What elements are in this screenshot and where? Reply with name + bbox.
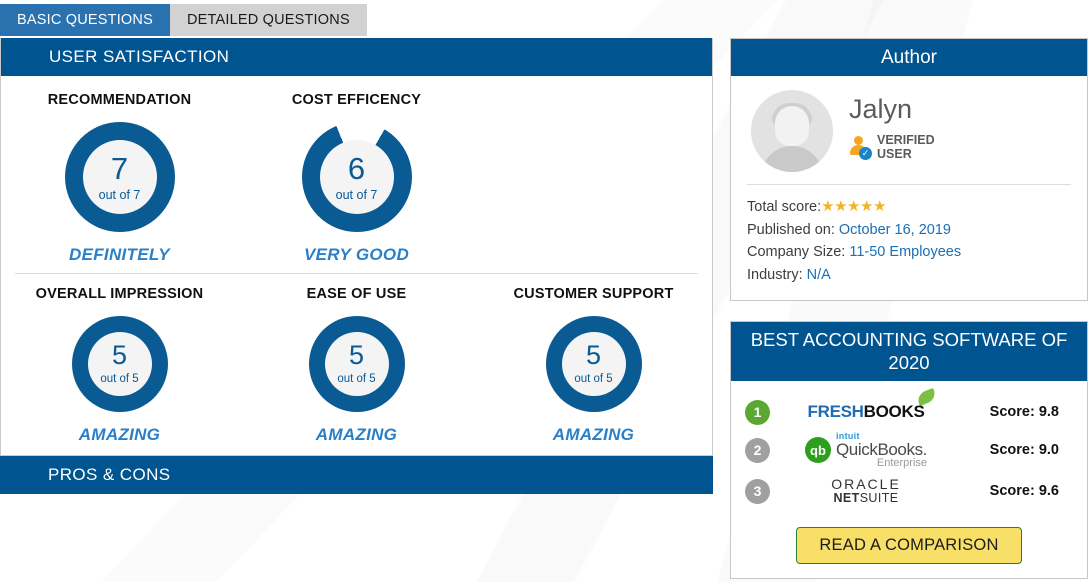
tab-basic-questions[interactable]: BASIC QUESTIONS bbox=[0, 4, 170, 36]
best-software-list: 1 FRESHBOOKS Score: 9.8 2 qb intuit Quic… bbox=[731, 381, 1087, 521]
metric-label: CUSTOMER SUPPORT bbox=[513, 286, 674, 302]
rank-badge: 2 bbox=[745, 437, 770, 463]
metric-recommendation: RECOMMENDATION 7 out of 7 DEFINITELY bbox=[2, 92, 237, 265]
verified-user-icon: ✓ bbox=[849, 136, 872, 161]
tab-detailed-questions[interactable]: DETAILED QUESTIONS bbox=[169, 4, 367, 36]
meta-label: Total score: bbox=[747, 199, 822, 216]
metric-verdict: VERY GOOD bbox=[303, 245, 410, 264]
meta-value: October 16, 2019 bbox=[838, 221, 951, 238]
donut-outof: out of 5 bbox=[574, 373, 613, 386]
donut-score: 7 bbox=[110, 150, 129, 186]
meta-value: N/A bbox=[806, 266, 831, 283]
metric-label: EASE OF USE bbox=[306, 286, 407, 302]
left-column: USER SATISFACTION RECOMMENDATION 7 out o… bbox=[0, 38, 713, 494]
best-software-heading: BEST ACCOUNTING SOFTWARE OF 2020 bbox=[731, 322, 1087, 382]
quickbooks-logo-icon: qb intuit QuickBooks. Enterprise bbox=[776, 431, 956, 469]
meta-company-size: Company Size: 11-50 Employees bbox=[747, 241, 1071, 263]
avatar-head-icon bbox=[775, 106, 809, 147]
brand-part-b: Enterprise bbox=[876, 456, 928, 469]
metric-verdict: AMAZING bbox=[552, 425, 635, 444]
verified-user-badge: ✓ VERIFIED USER bbox=[849, 133, 935, 161]
review-page: BASIC QUESTIONS DETAILED QUESTIONS USER … bbox=[0, 0, 1090, 582]
meta-published-on: Published on: October 16, 2019 bbox=[747, 219, 1071, 241]
brand-part-a: QuickBooks. bbox=[835, 439, 928, 459]
meta-label: Industry: bbox=[747, 266, 803, 283]
user-satisfaction-heading: USER SATISFACTION bbox=[1, 38, 712, 76]
metric-label: OVERALL IMPRESSION bbox=[35, 286, 204, 302]
rank-badge: 1 bbox=[745, 399, 770, 425]
list-item[interactable]: 3 ORACLE NETSUITE Score: 9.6 bbox=[745, 469, 1073, 513]
donut-chart-cost-efficency: 6 out of 7 bbox=[301, 122, 412, 232]
metric-customer-support: CUSTOMER SUPPORT 5 out of 5 AMAZING bbox=[476, 286, 711, 445]
avatar-body-icon bbox=[761, 146, 823, 173]
donut-outof: out of 7 bbox=[335, 187, 378, 202]
meta-label: Company Size: bbox=[747, 244, 846, 261]
star-rating-icon: ★★★★★ bbox=[821, 198, 886, 216]
best-software-card: BEST ACCOUNTING SOFTWARE OF 2020 1 FRESH… bbox=[730, 321, 1088, 580]
donut-score: 5 bbox=[348, 340, 365, 371]
brand-part-a: ORACLE bbox=[831, 476, 901, 493]
donut-chart-ease-of-use: 5 out of 5 bbox=[308, 316, 405, 412]
donut-chart-customer-support: 5 out of 5 bbox=[545, 316, 642, 412]
donut-outof: out of 7 bbox=[98, 187, 141, 202]
author-identity: Jalyn ✓ VERIFIED USER bbox=[743, 90, 1075, 184]
list-item[interactable]: 2 qb intuit QuickBooks. Enterprise Score… bbox=[745, 431, 1073, 469]
metrics-row-primary: RECOMMENDATION 7 out of 7 DEFINITELY COS… bbox=[1, 76, 712, 273]
freshbooks-logo-icon: FRESHBOOKS bbox=[776, 388, 956, 422]
metric-label: COST EFFICENCY bbox=[291, 92, 422, 108]
quickbooks-mark-icon: qb bbox=[804, 437, 831, 464]
metric-verdict: DEFINITELY bbox=[69, 245, 170, 264]
author-meta-list: Total score:★★★★★ Published on: October … bbox=[743, 195, 1075, 294]
donut-chart-recommendation: 7 out of 7 bbox=[64, 122, 175, 232]
brand-part-c: SUITE bbox=[859, 490, 899, 505]
brand-part-a: FRESH bbox=[807, 402, 864, 422]
oracle-netsuite-logo-icon: ORACLE NETSUITE bbox=[776, 477, 956, 505]
metric-verdict: AMAZING bbox=[315, 425, 398, 444]
donut-score: 5 bbox=[111, 340, 128, 371]
metric-ease-of-use: EASE OF USE 5 out of 5 AMAZING bbox=[239, 286, 474, 445]
metric-cost-efficency: COST EFFICENCY 6 out of 7 VERY GOOD bbox=[239, 92, 474, 265]
author-name-block: Jalyn ✓ VERIFIED USER bbox=[849, 90, 935, 162]
cta-container: READ A COMPARISON bbox=[731, 521, 1087, 578]
meta-label: Published on: bbox=[747, 221, 835, 238]
meta-total-score: Total score:★★★★★ bbox=[747, 195, 1071, 218]
right-column: Author Jalyn ✓ VERIFIED USER Total score… bbox=[730, 38, 1088, 582]
list-item[interactable]: 1 FRESHBOOKS Score: 9.8 bbox=[745, 388, 1073, 431]
author-divider bbox=[747, 184, 1071, 186]
user-satisfaction-panel: USER SATISFACTION RECOMMENDATION 7 out o… bbox=[0, 38, 713, 456]
avatar bbox=[751, 90, 833, 173]
donut-outof: out of 5 bbox=[337, 373, 376, 386]
read-a-comparison-button[interactable]: READ A COMPARISON bbox=[796, 527, 1022, 565]
meta-industry: Industry: N/A bbox=[747, 264, 1071, 286]
author-card: Author Jalyn ✓ VERIFIED USER Total score… bbox=[730, 38, 1088, 302]
rank-badge: 3 bbox=[745, 478, 770, 504]
metric-overall-impression: OVERALL IMPRESSION 5 out of 5 AMAZING bbox=[2, 286, 237, 445]
rank-score: Score: 9.8 bbox=[989, 404, 1059, 421]
donut-score: 5 bbox=[585, 340, 602, 371]
author-name: Jalyn bbox=[849, 94, 913, 125]
donut-outof: out of 5 bbox=[100, 373, 139, 386]
user-satisfaction-body: RECOMMENDATION 7 out of 7 DEFINITELY COS… bbox=[1, 76, 712, 455]
meta-value: 11-50 Employees bbox=[849, 244, 962, 261]
donut-score: 6 bbox=[347, 150, 366, 186]
verified-line-1: VERIFIED bbox=[877, 133, 935, 148]
author-card-heading: Author bbox=[731, 39, 1087, 77]
tab-bar: BASIC QUESTIONS DETAILED QUESTIONS bbox=[0, 4, 367, 36]
metric-verdict: AMAZING bbox=[78, 425, 161, 444]
donut-chart-overall-impression: 5 out of 5 bbox=[71, 316, 168, 412]
rank-score: Score: 9.0 bbox=[989, 442, 1059, 459]
verified-user-text: VERIFIED USER bbox=[877, 133, 935, 161]
author-card-body: Jalyn ✓ VERIFIED USER Total score:★★★★★ … bbox=[731, 76, 1087, 300]
metrics-row-secondary: OVERALL IMPRESSION 5 out of 5 AMAZING EA… bbox=[1, 274, 712, 455]
leaf-icon bbox=[915, 388, 939, 407]
brand-part-b: BOOKS bbox=[863, 402, 925, 422]
verified-line-2: USER bbox=[877, 147, 912, 162]
brand-part-b: NET bbox=[833, 490, 860, 505]
pros-cons-heading: PROS & CONS bbox=[0, 456, 713, 494]
metric-label: RECOMMENDATION bbox=[47, 92, 192, 108]
rank-score: Score: 9.6 bbox=[989, 483, 1059, 500]
